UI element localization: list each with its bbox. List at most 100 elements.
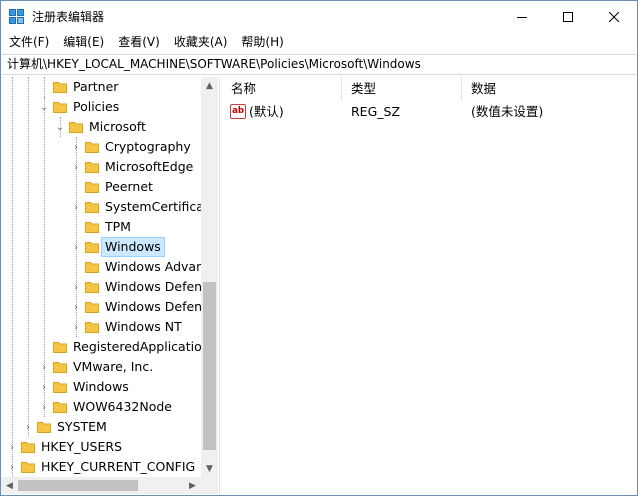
folder-icon — [85, 242, 99, 253]
tree-item-hkey-users[interactable]: › HKEY_USERS — [1, 437, 201, 457]
scrollbar-thumb[interactable] — [18, 480, 138, 491]
tree-item-label: WOW6432Node — [73, 399, 172, 414]
chevron-right-icon[interactable]: › — [39, 397, 49, 417]
tree-item-cryptography[interactable]: › Cryptography — [1, 137, 201, 157]
scroll-right-icon[interactable]: ▶ — [184, 477, 201, 494]
folder-icon — [21, 462, 35, 473]
tree-item-label: Partner — [73, 79, 119, 94]
chevron-right-icon[interactable]: › — [39, 377, 49, 397]
tree-item-label: Windows — [73, 379, 129, 394]
tree-item-windows-advanced[interactable]: Windows Advanc — [1, 257, 211, 277]
tree-item-registeredapplications[interactable]: RegisteredApplication — [1, 337, 210, 357]
folder-icon — [85, 202, 99, 213]
tree-item-policies[interactable]: ⌄ Policies — [1, 97, 201, 117]
string-value-icon: ab — [230, 104, 246, 119]
tree-item-microsoftedge[interactable]: › MicrosoftEdge — [1, 157, 201, 177]
chevron-right-icon[interactable]: › — [71, 297, 81, 317]
title-bar[interactable]: 注册表编辑器 — [1, 1, 637, 32]
tree-item-windows-selected[interactable]: › Windows — [1, 237, 201, 257]
chevron-right-icon[interactable]: › — [23, 417, 33, 437]
column-header-name[interactable]: 名称 — [222, 77, 342, 101]
chevron-down-icon[interactable]: ⌄ — [55, 117, 65, 137]
regedit-icon — [9, 9, 24, 24]
chevron-right-icon[interactable]: › — [71, 197, 81, 217]
maximize-button[interactable] — [545, 1, 591, 32]
tree-item-hkey-current-config[interactable]: › HKEY_CURRENT_CONFIG — [1, 457, 201, 477]
address-bar[interactable]: 计算机\HKEY_LOCAL_MACHINE\SOFTWARE\Policies… — [2, 54, 636, 75]
scroll-down-icon[interactable]: ▼ — [201, 460, 218, 477]
tree-item-system[interactable]: › SYSTEM — [1, 417, 201, 437]
folder-icon — [85, 182, 99, 193]
menu-view[interactable]: 查看(V) — [111, 32, 167, 52]
value-data: (数值未设置) — [471, 104, 544, 119]
tree-vertical-scrollbar[interactable]: ▲ ▼ — [201, 77, 218, 477]
tree-item-label: Peernet — [105, 179, 153, 194]
tree-item-partner[interactable]: Partner — [1, 77, 201, 97]
folder-icon — [53, 382, 67, 393]
tree-item-label: MicrosoftEdge — [105, 159, 194, 174]
minimize-button[interactable] — [499, 1, 545, 32]
column-header-type[interactable]: 类型 — [342, 77, 462, 101]
value-row[interactable]: ab (默认) REG_SZ (数值未设置) — [222, 101, 637, 123]
tree-item-wow6432node[interactable]: › WOW6432Node — [1, 397, 201, 417]
folder-icon — [53, 402, 67, 413]
tree-horizontal-scrollbar[interactable]: ◀ ▶ — [1, 477, 218, 494]
tree-item-label: Policies — [73, 99, 120, 114]
tree-item-label: Windows Defenc — [105, 279, 209, 294]
tree-item-label: Windows — [101, 237, 165, 257]
tree-item-label: Windows Defenc — [105, 299, 209, 314]
tree-item-label: SYSTEM — [57, 419, 107, 434]
folder-icon — [53, 362, 67, 373]
folder-open-icon — [69, 122, 83, 133]
tree-item-label: Cryptography — [105, 139, 191, 154]
chevron-right-icon[interactable]: › — [39, 357, 49, 377]
value-name: (默认) — [249, 104, 284, 119]
tree-item-windows[interactable]: › Windows — [1, 377, 201, 397]
chevron-right-icon[interactable]: › — [71, 277, 81, 297]
tree-item-systemcertificates[interactable]: › SystemCertificate — [1, 197, 217, 217]
chevron-right-icon[interactable]: › — [71, 317, 81, 337]
chevron-right-icon[interactable]: › — [71, 237, 81, 257]
close-button[interactable] — [591, 1, 637, 32]
folder-icon — [85, 282, 99, 293]
tree-item-peernet[interactable]: Peernet — [1, 177, 201, 197]
chevron-down-icon[interactable]: ⌄ — [39, 97, 49, 117]
menu-file[interactable]: 文件(F) — [1, 32, 56, 52]
tree-item-label: TPM — [105, 219, 131, 234]
chevron-right-icon[interactable]: › — [71, 157, 81, 177]
folder-icon — [85, 302, 99, 313]
tree-item-label: Windows Advanc — [105, 259, 211, 274]
regedit-window: 注册表编辑器 文件(F) 编辑(E) 查看(V) 收藏夹(A) 帮助(H) 计算… — [0, 0, 638, 496]
folder-icon — [21, 442, 35, 453]
tree-item-tpm[interactable]: TPM — [1, 217, 201, 237]
scroll-up-icon[interactable]: ▲ — [201, 77, 218, 94]
value-type: REG_SZ — [351, 104, 401, 119]
chevron-right-icon[interactable]: › — [7, 437, 17, 457]
tree-item-label: VMware, Inc. — [73, 359, 154, 374]
tree-item-windows-defender[interactable]: › Windows Defenc — [1, 277, 209, 297]
scrollbar-thumb[interactable] — [203, 282, 216, 450]
tree-item-windows-defender-2[interactable]: › Windows Defenc — [1, 297, 209, 317]
tree-item-vmware[interactable]: › VMware, Inc. — [1, 357, 201, 377]
chevron-right-icon[interactable]: › — [7, 457, 17, 477]
window-title: 注册表编辑器 — [32, 10, 105, 24]
menu-favorites[interactable]: 收藏夹(A) — [167, 32, 235, 52]
tree-item-windows-nt[interactable]: › Windows NT — [1, 317, 201, 337]
menu-edit[interactable]: 编辑(E) — [56, 32, 111, 52]
folder-icon — [85, 222, 99, 233]
tree-item-label: Windows NT — [105, 319, 182, 334]
tree-item-label: HKEY_CURRENT_CONFIG — [41, 459, 196, 474]
chevron-right-icon[interactable]: › — [71, 137, 81, 157]
menu-help[interactable]: 帮助(H) — [234, 32, 290, 52]
column-header-data[interactable]: 数据 — [462, 77, 637, 101]
tree-item-microsoft[interactable]: ⌄ Microsoft — [1, 117, 201, 137]
close-icon — [609, 11, 619, 22]
scroll-left-icon[interactable]: ◀ — [1, 477, 18, 494]
folder-icon — [85, 142, 99, 153]
folder-open-icon — [53, 102, 67, 113]
menu-bar: 文件(F) 编辑(E) 查看(V) 收藏夹(A) 帮助(H) — [1, 32, 637, 52]
values-list: 名称 类型 数据 ab (默认) REG_SZ (数值未设置) — [222, 77, 637, 495]
tree-item-label: Microsoft — [89, 119, 146, 134]
scrollbar-corner — [201, 477, 218, 494]
folder-icon — [85, 262, 99, 273]
